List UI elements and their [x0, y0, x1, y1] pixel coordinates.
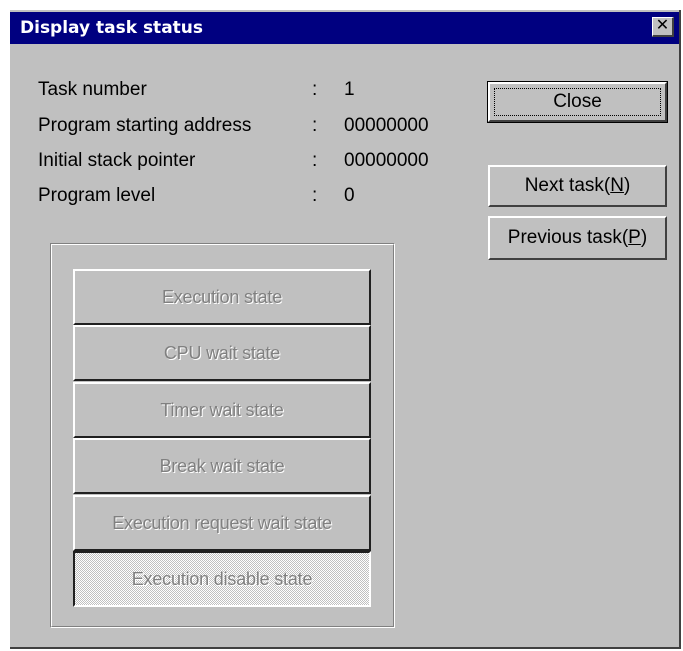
- close-icon[interactable]: ✕: [652, 17, 674, 37]
- program-starting-address-value: 00000000: [344, 115, 429, 136]
- state-execution[interactable]: Execution state: [73, 269, 371, 325]
- program-level-colon: :: [312, 185, 318, 206]
- initial-stack-pointer-colon: :: [312, 150, 318, 171]
- close-button[interactable]: Close: [487, 81, 668, 123]
- next-task-prefix: Next task(: [524, 175, 611, 196]
- next-task-button[interactable]: Next task(N): [488, 165, 667, 207]
- dialog-title: Display task status: [20, 18, 204, 38]
- program-level-value: 0: [344, 185, 355, 206]
- state-timer-wait[interactable]: Timer wait state: [73, 382, 371, 438]
- title-bar[interactable]: Display task status ✕: [10, 12, 679, 44]
- task-number-label: Task number: [38, 79, 147, 100]
- task-number-value: 1: [344, 79, 355, 100]
- task-status-dialog: Display task status ✕ Task number : 1 Pr…: [10, 10, 681, 649]
- state-execution-request-wait[interactable]: Execution request wait state: [73, 495, 371, 551]
- state-break-wait[interactable]: Break wait state: [73, 438, 371, 494]
- next-task-mnemonic: N: [610, 175, 624, 196]
- program-starting-address-colon: :: [312, 115, 318, 136]
- program-level-label: Program level: [38, 185, 156, 206]
- previous-task-label: Previous task(P): [508, 227, 647, 249]
- initial-stack-pointer-label: Initial stack pointer: [38, 150, 196, 171]
- previous-task-suffix: ): [640, 227, 648, 248]
- state-cpu-wait[interactable]: CPU wait state: [73, 325, 371, 381]
- previous-task-button[interactable]: Previous task(P): [488, 216, 667, 260]
- previous-task-prefix: Previous task(: [507, 227, 629, 248]
- close-button-label: Close: [553, 91, 602, 112]
- next-task-label: Next task(N): [525, 175, 631, 197]
- state-group-box: Execution state CPU wait state Timer wai…: [50, 243, 395, 628]
- state-execution-disable[interactable]: Execution disable state: [73, 551, 371, 607]
- previous-task-mnemonic: P: [628, 227, 641, 248]
- task-number-colon: :: [312, 79, 318, 100]
- initial-stack-pointer-value: 00000000: [344, 150, 429, 171]
- program-starting-address-label: Program starting address: [38, 115, 252, 136]
- next-task-suffix: ): [623, 175, 631, 196]
